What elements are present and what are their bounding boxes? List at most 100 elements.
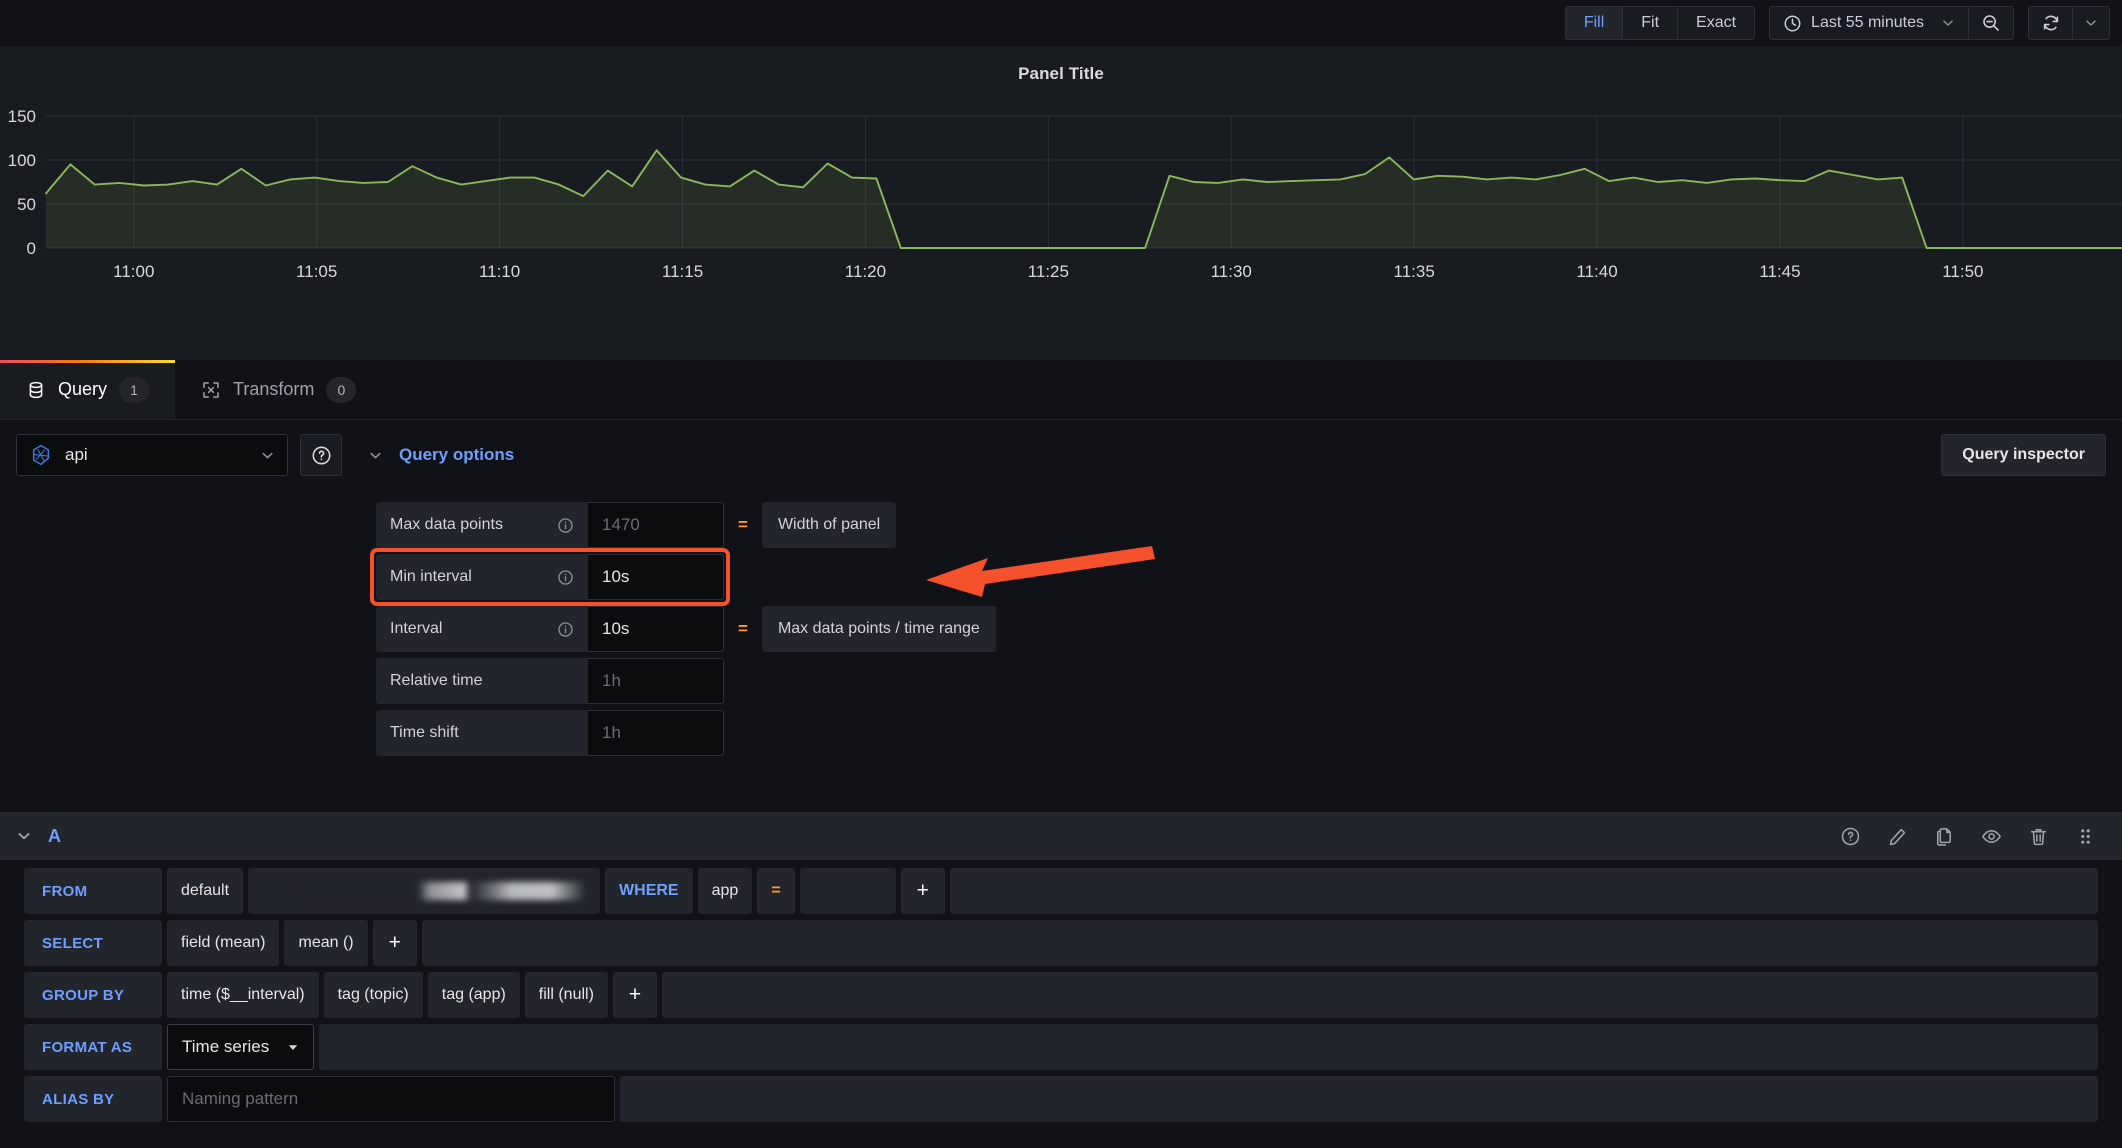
info-circle-icon[interactable] (557, 517, 574, 534)
svg-text:11:15: 11:15 (662, 262, 703, 281)
query-row-alias-by: ALIAS BY Naming pattern (24, 1076, 2098, 1122)
time-series-chart[interactable]: 0 50 100 150 11:00 11:05 11:10 11:15 11:20 11:25… (0, 92, 2122, 312)
svg-text:11:05: 11:05 (296, 262, 337, 281)
influxdb-icon (29, 443, 53, 467)
chevron-down-icon (2084, 16, 2098, 30)
svg-text:0: 0 (27, 239, 36, 258)
option-row-min-interval: Min interval 10s (370, 546, 1155, 606)
time-shift-input[interactable]: 1h (588, 710, 724, 756)
page-title: Panel Title (1018, 64, 1104, 83)
where-label: WHERE (605, 868, 693, 914)
query-options-toggle[interactable]: Query options (354, 434, 520, 476)
panel-editor-page: Fill Fit Exact Last 55 minutes Panel Tit… (0, 0, 2122, 1148)
select-part-field[interactable]: field (mean) (167, 920, 280, 966)
zoom-out-icon (1981, 13, 2001, 33)
select-part-mean[interactable]: mean () (284, 920, 368, 966)
time-controls: Last 55 minutes (1769, 6, 2014, 40)
panel-size-mode-group: Fill Fit Exact (1564, 6, 1756, 40)
tab-transform-badge: 0 (326, 376, 357, 403)
svg-text:11:50: 11:50 (1942, 262, 1983, 281)
group-by-part-time[interactable]: time ($__interval) (167, 972, 319, 1018)
editor-tabs: Query 1 Transform 0 (0, 360, 2122, 420)
svg-text:11:40: 11:40 (1576, 262, 1617, 281)
group-by-add-button[interactable]: + (612, 972, 658, 1018)
option-label-text: Max data points (390, 516, 503, 533)
svg-text:100: 100 (8, 151, 36, 170)
info-circle-icon[interactable] (557, 569, 574, 586)
relative-time-input[interactable]: 1h (588, 658, 724, 704)
info-circle-icon[interactable] (557, 621, 574, 638)
query-options-label: Query options (399, 445, 515, 464)
query-row-format-as: FORMAT AS Time series (24, 1024, 2098, 1070)
min-interval-input[interactable]: 10s (588, 554, 724, 600)
select-key-label: SELECT (24, 920, 162, 966)
max-data-points-input[interactable]: 1470 (588, 502, 724, 548)
group-by-part-tag-topic[interactable]: tag (topic) (323, 972, 423, 1018)
svg-text:50: 50 (17, 195, 36, 214)
interval-hint: Max data points / time range (761, 606, 996, 652)
trash-icon[interactable] (2028, 826, 2049, 847)
svg-text:11:00: 11:00 (113, 262, 154, 281)
group-by-part-tag-app[interactable]: tag (app) (427, 972, 520, 1018)
chevron-down-icon (368, 448, 383, 463)
option-row-relative-time: Relative time 1h (376, 658, 996, 704)
tab-query[interactable]: Query 1 (0, 360, 176, 419)
size-mode-exact[interactable]: Exact (1678, 7, 1755, 39)
time-shift-label: Time shift (376, 710, 588, 756)
from-key-label: FROM (24, 868, 162, 914)
drag-handle-icon[interactable] (2075, 826, 2096, 847)
where-tag-key[interactable]: app (697, 868, 753, 914)
relative-time-label: Relative time (376, 658, 588, 704)
eye-icon[interactable] (1981, 826, 2002, 847)
measurement-select[interactable] (248, 868, 601, 914)
svg-text:11:45: 11:45 (1759, 262, 1800, 281)
zoom-out-button[interactable] (1969, 7, 2013, 39)
chevron-down-icon (260, 448, 275, 463)
pencil-icon[interactable] (1887, 826, 1908, 847)
query-actions (1840, 826, 2106, 847)
query-inspector-button[interactable]: Query inspector (1941, 434, 2106, 476)
from-add-button[interactable]: + (900, 868, 945, 914)
query-ref-id[interactable]: A (48, 826, 61, 847)
query-editor-header: A (0, 812, 2122, 860)
interval-operator: = (738, 619, 748, 638)
svg-text:11:20: 11:20 (845, 262, 886, 281)
interval-value: 10s (588, 606, 724, 652)
datasource-help-button[interactable] (300, 434, 342, 476)
group-by-part-fill[interactable]: fill (null) (524, 972, 608, 1018)
alias-by-key-label: ALIAS BY (24, 1076, 162, 1122)
max-data-points-hint: Width of panel (761, 502, 897, 548)
refresh-interval-dropdown[interactable] (2073, 7, 2109, 39)
query-row-group-by: GROUP BY time ($__interval) tag (topic) … (24, 972, 2098, 1018)
refresh-icon (2041, 13, 2061, 33)
chevron-down-icon[interactable] (16, 828, 32, 844)
visualization-panel: Panel Title 0 50 100 150 11:00 11:05 11:10 11:… (0, 46, 2122, 389)
svg-text:11:10: 11:10 (479, 262, 520, 281)
top-toolbar: Fill Fit Exact Last 55 minutes (0, 0, 2122, 46)
tab-transform-label: Transform (233, 379, 315, 399)
caret-down-icon (287, 1041, 299, 1053)
format-as-value: Time series (182, 1037, 270, 1056)
alias-by-input[interactable]: Naming pattern (167, 1076, 615, 1122)
where-tag-value[interactable] (799, 868, 896, 914)
copy-icon[interactable] (1934, 826, 1955, 847)
refresh-button[interactable] (2029, 7, 2073, 39)
select-row-filler (421, 920, 2098, 966)
from-row-filler (949, 868, 2098, 914)
datasource-picker[interactable]: api (16, 434, 288, 476)
where-operator[interactable]: = (757, 868, 795, 914)
svg-text:11:25: 11:25 (1028, 262, 1069, 281)
option-label-text: Min interval (390, 568, 472, 585)
query-options-panel: Max data points 1470 = Width of panel Mi… (370, 502, 1155, 762)
select-add-button[interactable]: + (372, 920, 417, 966)
query-row-from: FROM default WHERE app = + (24, 868, 2098, 914)
query-options-bar: api Query options Query inspector (0, 422, 2122, 488)
size-mode-fit[interactable]: Fit (1623, 7, 1679, 39)
alias-by-row-filler (620, 1076, 2098, 1122)
format-as-select[interactable]: Time series (167, 1024, 315, 1070)
retention-policy-select[interactable]: default (167, 868, 244, 914)
help-circle-icon[interactable] (1840, 826, 1861, 847)
tab-transform[interactable]: Transform 0 (175, 360, 382, 419)
size-mode-fill[interactable]: Fill (1565, 7, 1624, 39)
time-range-picker[interactable]: Last 55 minutes (1770, 7, 1969, 39)
